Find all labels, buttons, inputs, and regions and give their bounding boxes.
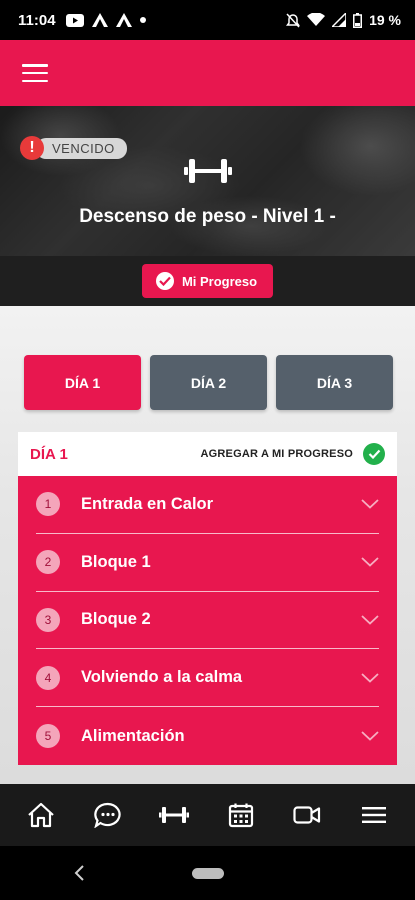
chevron-down-icon (361, 673, 379, 683)
my-progress-label: Mi Progreso (181, 273, 258, 289)
block-item[interactable]: 2 Bloque 1 (36, 534, 379, 592)
green-check-icon (363, 443, 385, 465)
chevron-down-icon (361, 615, 379, 625)
block-label: Entrada en Calor (81, 494, 214, 513)
check-circle-icon (155, 272, 174, 290)
alert-icon: ! (20, 136, 44, 160)
day-card: DÍA 1 AGREGAR A MI PROGRESO 1 Entrada en… (18, 432, 397, 765)
app-a-icon (91, 13, 108, 27)
nav-chat[interactable] (83, 790, 133, 840)
tab-day-3[interactable]: DÍA 3 (276, 355, 393, 410)
block-item[interactable]: 5 Alimentación (36, 707, 379, 765)
nav-video[interactable] (282, 790, 332, 840)
chevron-down-icon (361, 731, 379, 741)
my-progress-button[interactable]: Mi Progreso (141, 264, 274, 298)
block-item[interactable]: 4 Volviendo a la calma (36, 649, 379, 708)
home-gesture-pill[interactable] (192, 868, 224, 879)
status-left-icons (65, 13, 146, 27)
hamburger-icon[interactable] (22, 64, 48, 82)
tab-day-2[interactable]: DÍA 2 (150, 355, 267, 410)
day-card-header: DÍA 1 AGREGAR A MI PROGRESO (18, 432, 397, 476)
block-number: 5 (36, 724, 60, 749)
back-icon[interactable] (72, 863, 86, 883)
calendar-icon (228, 803, 253, 828)
add-to-progress-button[interactable]: AGREGAR A MI PROGRESO (200, 443, 385, 465)
system-nav-bar (0, 846, 415, 900)
chevron-down-icon (361, 557, 379, 567)
signal-icon (332, 13, 347, 27)
hero-banner: ! VENCIDO Descenso de peso - Nivel 1 - (0, 106, 415, 256)
chevron-down-icon (361, 499, 379, 510)
badge-label: VENCIDO (36, 137, 127, 159)
status-right-icons: 19 % (286, 12, 401, 28)
status-badge: ! VENCIDO (20, 136, 127, 160)
block-label: Alimentación (81, 726, 185, 745)
bottom-nav (0, 784, 415, 846)
block-number: 1 (36, 492, 60, 517)
dumbbell-icon (184, 159, 232, 183)
add-to-progress-label: AGREGAR A MI PROGRESO (200, 448, 353, 460)
block-number: 4 (36, 665, 60, 690)
day-tabs: DÍA 1 DÍA 2 DÍA 3 (24, 355, 393, 410)
mute-icon (286, 12, 301, 28)
battery-icon (353, 12, 363, 28)
block-item[interactable]: 3 Bloque 2 (36, 592, 379, 650)
block-label: Bloque 1 (81, 552, 151, 571)
block-number: 3 (36, 607, 60, 632)
block-label: Bloque 2 (81, 610, 151, 629)
block-label: Volviendo a la calma (81, 668, 243, 687)
youtube-icon (65, 13, 84, 27)
tab-day-1[interactable]: DÍA 1 (24, 355, 141, 410)
progress-band: Mi Progreso (0, 256, 415, 306)
block-item[interactable]: 1 Entrada en Calor (36, 476, 379, 534)
nav-menu[interactable] (349, 790, 399, 840)
dumbbell-icon (159, 807, 190, 823)
day-card-title: DÍA 1 (30, 445, 68, 463)
block-number: 2 (36, 550, 60, 575)
dot-icon (139, 17, 146, 23)
app-a-icon (115, 13, 132, 27)
video-icon (293, 806, 321, 824)
chat-icon (94, 802, 121, 828)
nav-workouts[interactable] (149, 790, 199, 840)
blocks-list: 1 Entrada en Calor 2 Bloque 1 3 Bloque 2… (18, 476, 397, 765)
battery-percent: 19 % (369, 12, 401, 28)
program-title: Descenso de peso - Nivel 1 - (79, 206, 336, 227)
status-bar: 11:04 19 % (0, 0, 415, 40)
nav-home[interactable] (16, 790, 66, 840)
home-icon (28, 802, 54, 828)
app-bar (0, 40, 415, 106)
status-time: 11:04 (18, 11, 56, 29)
nav-calendar[interactable] (216, 790, 266, 840)
menu-icon (361, 807, 386, 823)
wifi-icon (307, 13, 326, 26)
